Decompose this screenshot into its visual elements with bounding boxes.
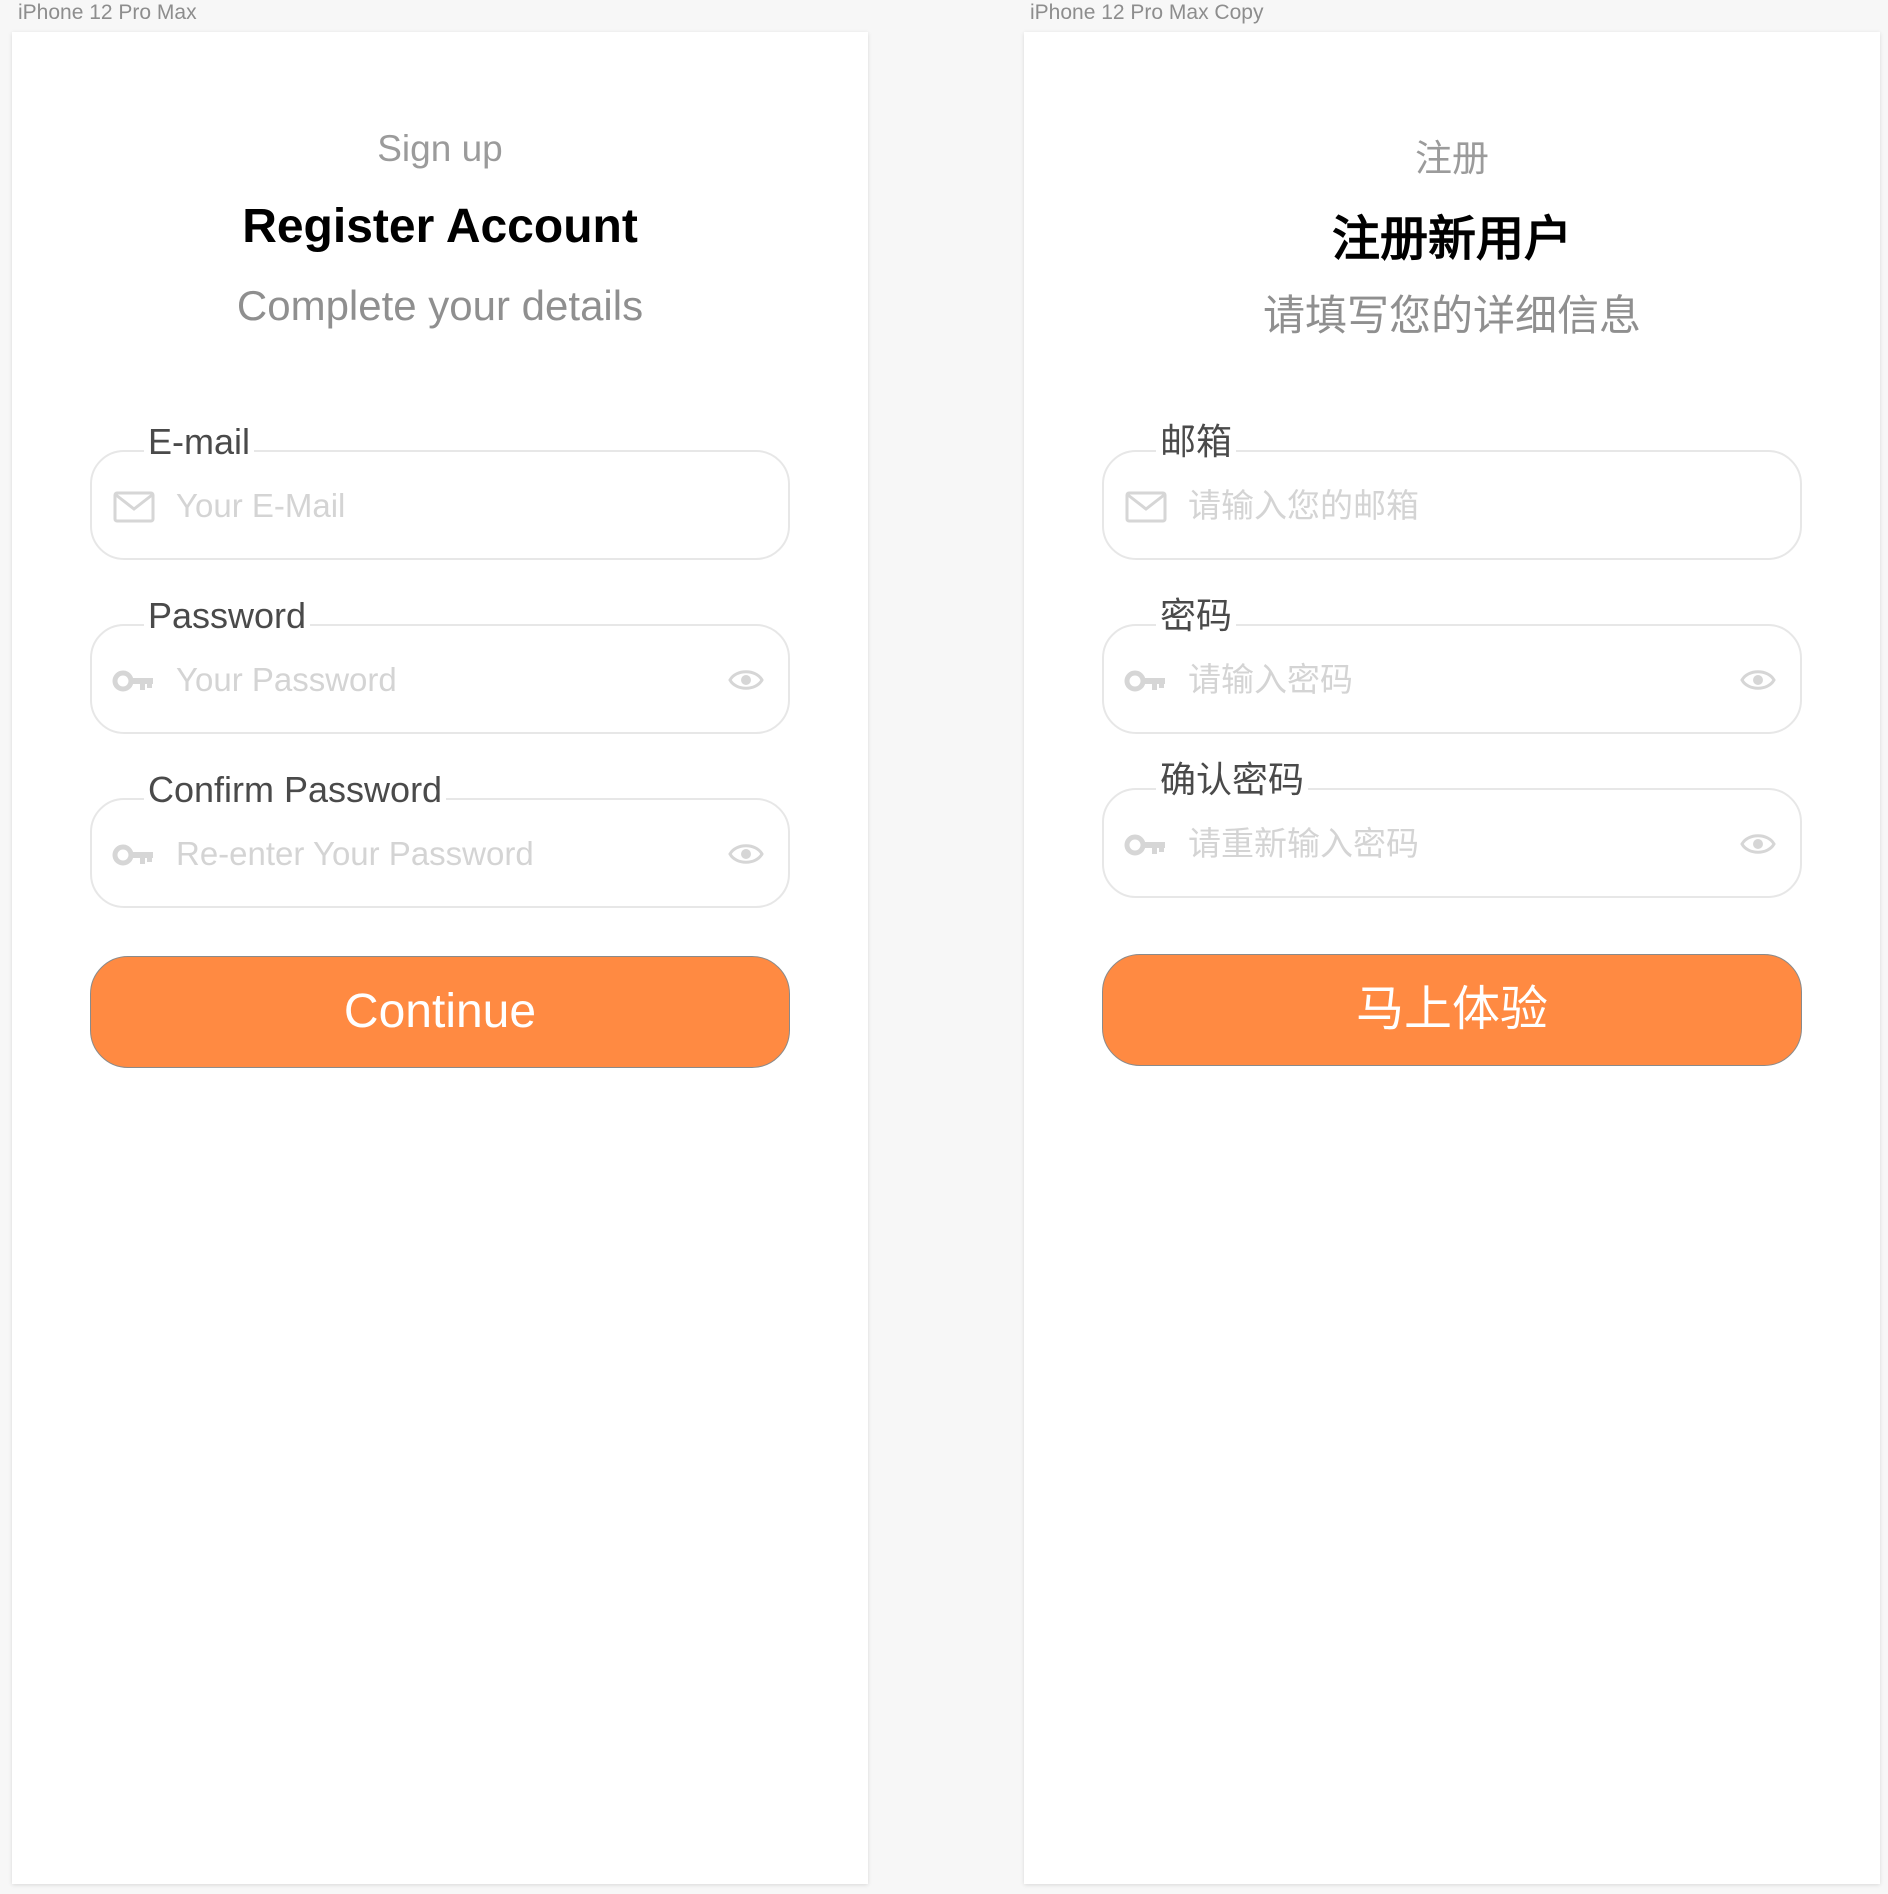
password-label: Password: [144, 596, 311, 636]
eyebrow-text: 注册: [1415, 138, 1489, 179]
eye-icon[interactable]: [728, 840, 764, 868]
start-now-button[interactable]: 马上体验: [1102, 954, 1802, 1066]
signup-screen-zh: 注册 注册新用户 请填写您的详细信息 邮箱 密码 确认密码: [1024, 32, 1880, 1884]
page-title: 注册新用户: [1331, 213, 1572, 266]
page-title: Register Account: [242, 200, 638, 253]
confirm-password-input[interactable]: [1188, 824, 1710, 864]
eye-icon[interactable]: [1740, 666, 1776, 694]
email-input[interactable]: [1188, 486, 1710, 526]
eye-icon[interactable]: [1740, 830, 1776, 858]
email-label: E-mail: [144, 422, 255, 462]
email-label: 邮箱: [1156, 422, 1237, 462]
confirm-password-input[interactable]: [176, 834, 698, 874]
page-subtitle: Complete your details: [236, 282, 644, 329]
confirm-password-field[interactable]: Confirm Password: [90, 770, 790, 908]
email-field[interactable]: E-mail: [90, 422, 790, 560]
password-label: 密码: [1156, 596, 1237, 636]
eye-icon[interactable]: [728, 666, 764, 694]
key-icon: [112, 844, 153, 866]
key-icon: [1124, 670, 1165, 692]
mail-icon: [113, 491, 155, 523]
confirm-password-label: 确认密码: [1156, 760, 1309, 800]
password-field[interactable]: 密码: [1102, 596, 1802, 734]
page-subtitle: 请填写您的详细信息: [1262, 292, 1641, 339]
continue-button[interactable]: Continue: [90, 956, 790, 1068]
confirm-password-field[interactable]: 确认密码: [1102, 760, 1802, 898]
signup-screen-en: Sign up Register Account Complete your d…: [12, 32, 868, 1884]
mail-icon: [1125, 491, 1167, 523]
key-icon: [1124, 834, 1165, 856]
eyebrow-text: Sign up: [377, 128, 503, 169]
email-field[interactable]: 邮箱: [1102, 422, 1802, 560]
password-input[interactable]: [1188, 660, 1710, 700]
confirm-password-label: Confirm Password: [144, 770, 447, 810]
artboard-label: iPhone 12 Pro Max Copy: [1030, 1, 1264, 24]
password-field[interactable]: Password: [90, 596, 790, 734]
password-input[interactable]: [176, 660, 698, 700]
key-icon: [112, 670, 153, 692]
artboard-label: iPhone 12 Pro Max: [18, 1, 197, 24]
email-input[interactable]: [176, 486, 698, 526]
